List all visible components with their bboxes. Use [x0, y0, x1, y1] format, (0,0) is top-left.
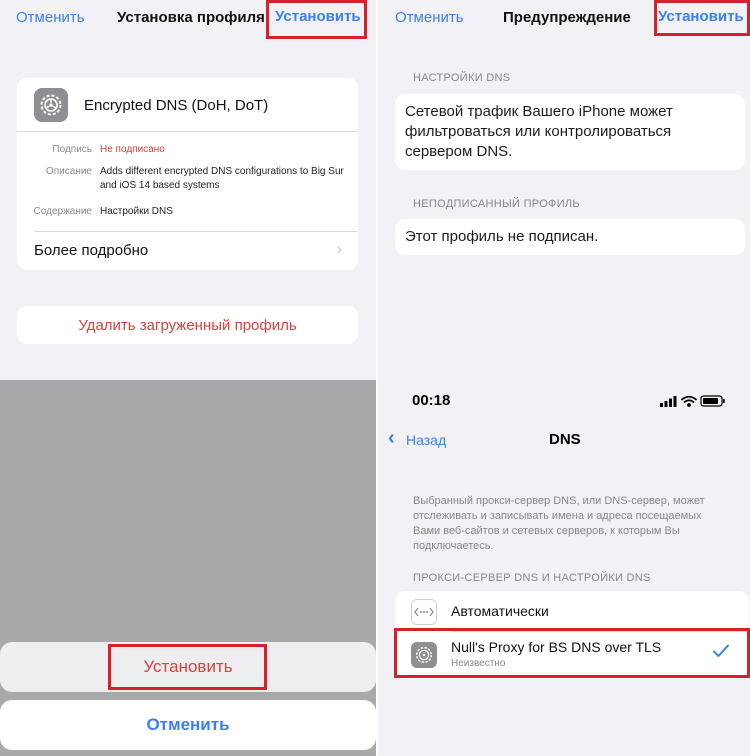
more-details-label: Более подробно	[34, 242, 149, 259]
signature-value: Не подписано	[100, 144, 165, 155]
cancel-button[interactable]: Отменить	[16, 9, 85, 26]
panel-divider	[376, 0, 378, 756]
section-header-unsigned-profile: НЕПОДПИСАННЫЙ ПРОФИЛЬ	[413, 198, 580, 210]
remove-profile-label: Удалить загруженный профиль	[78, 317, 297, 334]
dns-warning-text: Сетевой трафик Вашего iPhone может фильт…	[405, 103, 673, 160]
contents-label: Содержание	[33, 206, 92, 217]
battery-icon	[700, 395, 725, 407]
contents-value: Настройки DNS	[100, 206, 173, 217]
divider	[17, 131, 358, 132]
profile-card: Encrypted DNS (DoH, DoT) Подпись Не подп…	[17, 78, 358, 270]
section-header-dns-proxy: ПРОКСИ-СЕРВЕР DNS И НАСТРОЙКИ DNS	[413, 572, 651, 584]
unsigned-profile-card: Этот профиль не подписан.	[395, 219, 745, 255]
highlight-box	[394, 628, 750, 678]
page-title: Предупреждение	[503, 9, 631, 26]
cancel-sheet-label: Отменить	[146, 715, 230, 734]
back-label: Назад	[406, 432, 447, 448]
profile-name: Encrypted DNS (DoH, DoT)	[84, 97, 269, 114]
gear-icon	[34, 88, 68, 122]
page-title: DNS	[549, 431, 581, 448]
page-title: Установка профиля	[117, 9, 265, 26]
dns-settings-panel: 00:18 ‹ Назад DNS Выбранный прокси-серве…	[378, 380, 750, 756]
dns-description: Выбранный прокси-сервер DNS, или DNS-сер…	[413, 495, 705, 552]
cancel-sheet-button[interactable]: Отменить	[0, 700, 376, 750]
option-automatic[interactable]: Автоматически	[395, 591, 749, 631]
status-icons	[658, 394, 728, 408]
highlight-box	[266, 0, 367, 39]
divider	[34, 231, 358, 232]
cancel-button[interactable]: Отменить	[395, 9, 464, 26]
highlight-box	[654, 0, 750, 36]
warning-panel: Отменить Предупреждение Установить НАСТР…	[378, 0, 750, 380]
signal-icon	[660, 396, 677, 407]
wifi-icon	[681, 395, 697, 407]
dns-settings-card: Сетевой трафик Вашего iPhone может фильт…	[395, 94, 745, 170]
remove-profile-button[interactable]: Удалить загруженный профиль	[17, 306, 358, 344]
option-automatic-label: Автоматически	[451, 603, 549, 619]
action-sheet-panel: Установить Отменить	[0, 380, 376, 756]
unsigned-profile-text: Этот профиль не подписан.	[405, 228, 599, 245]
status-time: 00:18	[412, 392, 451, 409]
chevron-left-icon: ‹	[388, 427, 395, 449]
install-profile-panel: Отменить Установка профиля Установить En…	[0, 0, 376, 380]
description-label: Описание	[45, 166, 92, 177]
section-header-dns-settings: НАСТРОЙКИ DNS	[413, 72, 511, 84]
highlight-box	[108, 644, 267, 690]
description-value: Adds different encrypted DNS configurati…	[100, 166, 344, 191]
more-details-row[interactable]: Более подробно ›	[34, 241, 358, 264]
dots-arrows-icon	[411, 599, 437, 625]
chevron-right-icon: ›	[336, 241, 342, 258]
signature-label: Подпись	[52, 144, 92, 155]
